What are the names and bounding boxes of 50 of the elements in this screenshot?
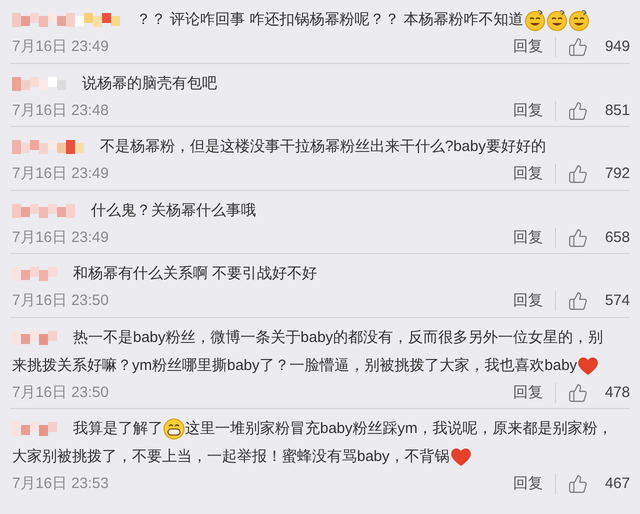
like-count: 574 [604,291,630,311]
comment-text: 说杨幂的脑壳有包吧 [82,74,217,94]
username-mosaic [12,204,75,218]
heart-emoji-icon [450,447,472,467]
grin-emoji-icon [163,418,185,440]
comment-text: 和杨幂有什么关系啊 不要引战好不好 [73,264,318,284]
username-mosaic [12,76,66,90]
like-icon[interactable] [568,164,588,184]
like-icon[interactable] [568,291,588,312]
comment-time: 7月16日 23:49 [12,164,109,184]
username-mosaic [12,267,57,281]
comment-text: 热一不是baby粉丝，微博一条关于baby的都没有，反而很多另外一位女星的，别 [73,328,604,348]
like-icon[interactable] [568,382,588,403]
comment-time: 7月16日 23:49 [12,228,109,248]
comment-time: 7月16日 23:49 [12,37,109,57]
like-count: 851 [604,100,630,120]
comment-text: 这里一堆别家粉冒充baby粉丝踩ym，我说呢，原来都是别家粉， [185,419,613,439]
comment-text: 什么鬼？关杨幂什么事哦 [91,200,256,220]
comment-time: 7月16日 23:53 [12,474,109,494]
like-icon[interactable] [568,100,588,121]
reply-button[interactable]: 回复 [513,36,543,58]
username-mosaic [12,422,57,436]
reply-button[interactable]: 回复 [513,100,543,122]
dizzy-smile-emoji-icon [546,9,568,31]
reply-button[interactable]: 回复 [513,290,543,312]
comment-time: 7月16日 23:50 [12,382,109,402]
comment-text: 大家别被挑拨了，不要上当，一起举报！蜜蜂没有骂baby，不背锅 [12,447,450,467]
heart-emoji-icon [577,356,600,376]
comment-time: 7月16日 23:48 [12,100,109,120]
username-mosaic [12,330,57,344]
reply-button[interactable]: 回复 [513,226,543,249]
comment-time: 7月16日 23:50 [12,291,109,311]
like-count: 949 [604,37,630,57]
like-count: 658 [604,228,630,248]
username-mosaic [12,140,84,154]
comment-text: 来挑拨关系好嘛？ym粉丝哪里撕baby了？一脸懵逼，别被挑拨了大家，我也喜欢baby [12,356,578,376]
dizzy-smile-emoji-icon [524,9,546,31]
reply-button[interactable]: 回复 [513,163,543,186]
like-icon[interactable] [568,37,588,58]
like-icon[interactable] [568,474,588,494]
reply-button[interactable]: 回复 [513,382,543,404]
like-count: 467 [604,474,630,494]
like-icon[interactable] [568,228,588,248]
comment-text: 不是杨幂粉，但是这楼没事干拉杨幂粉丝出来干什么?baby要好好的 [100,137,546,157]
dizzy-smile-emoji-icon [568,9,590,31]
like-count: 792 [604,164,630,184]
reply-button[interactable]: 回复 [513,473,543,496]
like-count: 478 [604,382,630,402]
comment-text: 我算是了解了 [73,419,163,439]
comment-text: ？？ 评论咋回事 咋还扣锅杨幂粉呢？？ 本杨幂粉咋不知道 [136,10,524,30]
